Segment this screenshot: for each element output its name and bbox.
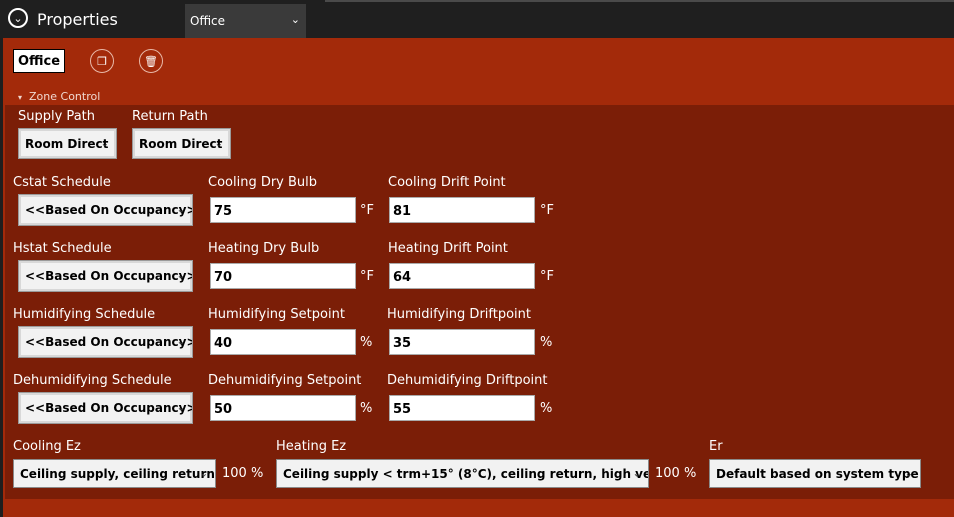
drift-unit: % (540, 401, 553, 416)
schedule-value: <<Based On Occupancy>> (25, 269, 193, 283)
drift-label: Humidifying Driftpoint (387, 307, 531, 322)
collapse-panel-icon[interactable]: ⌄ (8, 8, 28, 28)
drift-input[interactable]: 81 (389, 197, 535, 223)
schedule-value: <<Based On Occupancy>> (25, 401, 193, 415)
drift-label: Dehumidifying Driftpoint (387, 373, 548, 388)
trash-icon: 🗑 (144, 54, 158, 68)
object-selector-value: Office (190, 14, 226, 28)
cooling-ez-value: Ceiling supply, ceiling return (20, 466, 215, 481)
drift-unit: °F (540, 269, 554, 284)
chevron-down-icon: ⌄ (214, 138, 223, 149)
chevron-down-icon: ⌄ (632, 468, 641, 479)
supply-path-value: Room Direct (25, 136, 109, 151)
object-name-field[interactable]: Office (13, 49, 65, 73)
schedule-label: Hstat Schedule (13, 241, 112, 256)
zone-control-section-header[interactable]: ▾ Zone Control (18, 90, 100, 103)
schedule-label: Cstat Schedule (13, 175, 111, 190)
cooling-ez-dropdown[interactable]: Ceiling supply, ceiling return ⌄ (13, 459, 216, 488)
setpoint-label: Humidifying Setpoint (208, 307, 345, 322)
setpoint-input[interactable]: 75 (210, 197, 356, 223)
setpoint-unit: % (360, 401, 373, 416)
setpoint-input[interactable]: 70 (210, 263, 356, 289)
drift-label: Heating Drift Point (388, 241, 508, 256)
drift-unit: % (540, 335, 553, 350)
chevron-down-icon: ⌄ (176, 402, 185, 414)
chevron-down-icon: ⌄ (290, 13, 300, 26)
setpoint-label: Cooling Dry Bulb (208, 175, 318, 190)
return-path-value: Room Direct (139, 136, 223, 151)
drift-unit: °F (540, 203, 554, 218)
object-selector[interactable]: Office ⌄ (185, 4, 306, 38)
schedule-value: <<Based On Occupancy>> (25, 335, 193, 349)
title-bar-divider (325, 0, 954, 2)
er-value: Default based on system type (716, 466, 919, 481)
schedule-dropdown[interactable]: <<Based On Occupancy>> ⌄ (18, 326, 193, 358)
drift-input[interactable]: 55 (389, 395, 535, 421)
cooling-ez-label: Cooling Ez (13, 439, 81, 454)
heating-ez-percent: 100 % (655, 466, 697, 481)
schedule-label: Dehumidifying Schedule (13, 373, 172, 388)
panel-title: Properties (37, 10, 118, 29)
supply-path-dropdown[interactable]: Room Direct ⌄ (18, 128, 117, 159)
drift-label: Cooling Drift Point (388, 175, 506, 190)
er-label: Er (709, 439, 723, 454)
cooling-ez-percent: 100 % (222, 466, 264, 481)
heating-ez-dropdown[interactable]: Ceiling supply < trm+15° (8°C), ceiling … (276, 459, 649, 488)
drift-input[interactable]: 64 (389, 263, 535, 289)
title-bar (0, 0, 954, 38)
chevron-down-icon: ⌄ (199, 468, 208, 479)
chevron-down-icon: ⌄ (176, 204, 185, 216)
setpoint-unit: % (360, 335, 373, 350)
schedule-dropdown[interactable]: <<Based On Occupancy>> ⌄ (18, 392, 193, 424)
collapse-arrow-icon: ▾ (18, 93, 23, 102)
setpoint-unit: °F (360, 203, 374, 218)
setpoint-label: Dehumidifying Setpoint (208, 373, 362, 388)
chevron-down-icon: ⌄ (176, 270, 185, 282)
supply-path-label: Supply Path (18, 109, 95, 124)
setpoint-label: Heating Dry Bulb (208, 241, 320, 256)
schedule-dropdown[interactable]: <<Based On Occupancy>> ⌄ (18, 194, 193, 226)
return-path-dropdown[interactable]: Room Direct ⌄ (132, 128, 231, 159)
section-title: Zone Control (29, 90, 101, 103)
setpoint-input[interactable]: 40 (210, 329, 356, 355)
chevron-down-icon: ⌄ (176, 336, 185, 348)
heating-ez-label: Heating Ez (276, 439, 347, 454)
setpoint-unit: °F (360, 269, 374, 284)
drift-input[interactable]: 35 (389, 329, 535, 355)
er-dropdown[interactable]: Default based on system type ⌄ (709, 459, 921, 488)
chevron-down-icon: ⌄ (904, 468, 913, 479)
delete-button[interactable]: 🗑 (139, 49, 163, 73)
setpoint-input[interactable]: 50 (210, 395, 356, 421)
copy-icon: ❐ (97, 54, 107, 68)
return-path-label: Return Path (132, 109, 208, 124)
heating-ez-value: Ceiling supply < trm+15° (8°C), ceiling … (283, 466, 649, 481)
zone-control-body (5, 105, 954, 499)
schedule-value: <<Based On Occupancy>> (25, 203, 193, 217)
schedule-dropdown[interactable]: <<Based On Occupancy>> ⌄ (18, 260, 193, 292)
chevron-down-icon: ⌄ (100, 138, 109, 149)
schedule-label: Humidifying Schedule (13, 307, 156, 322)
copy-button[interactable]: ❐ (90, 49, 114, 73)
